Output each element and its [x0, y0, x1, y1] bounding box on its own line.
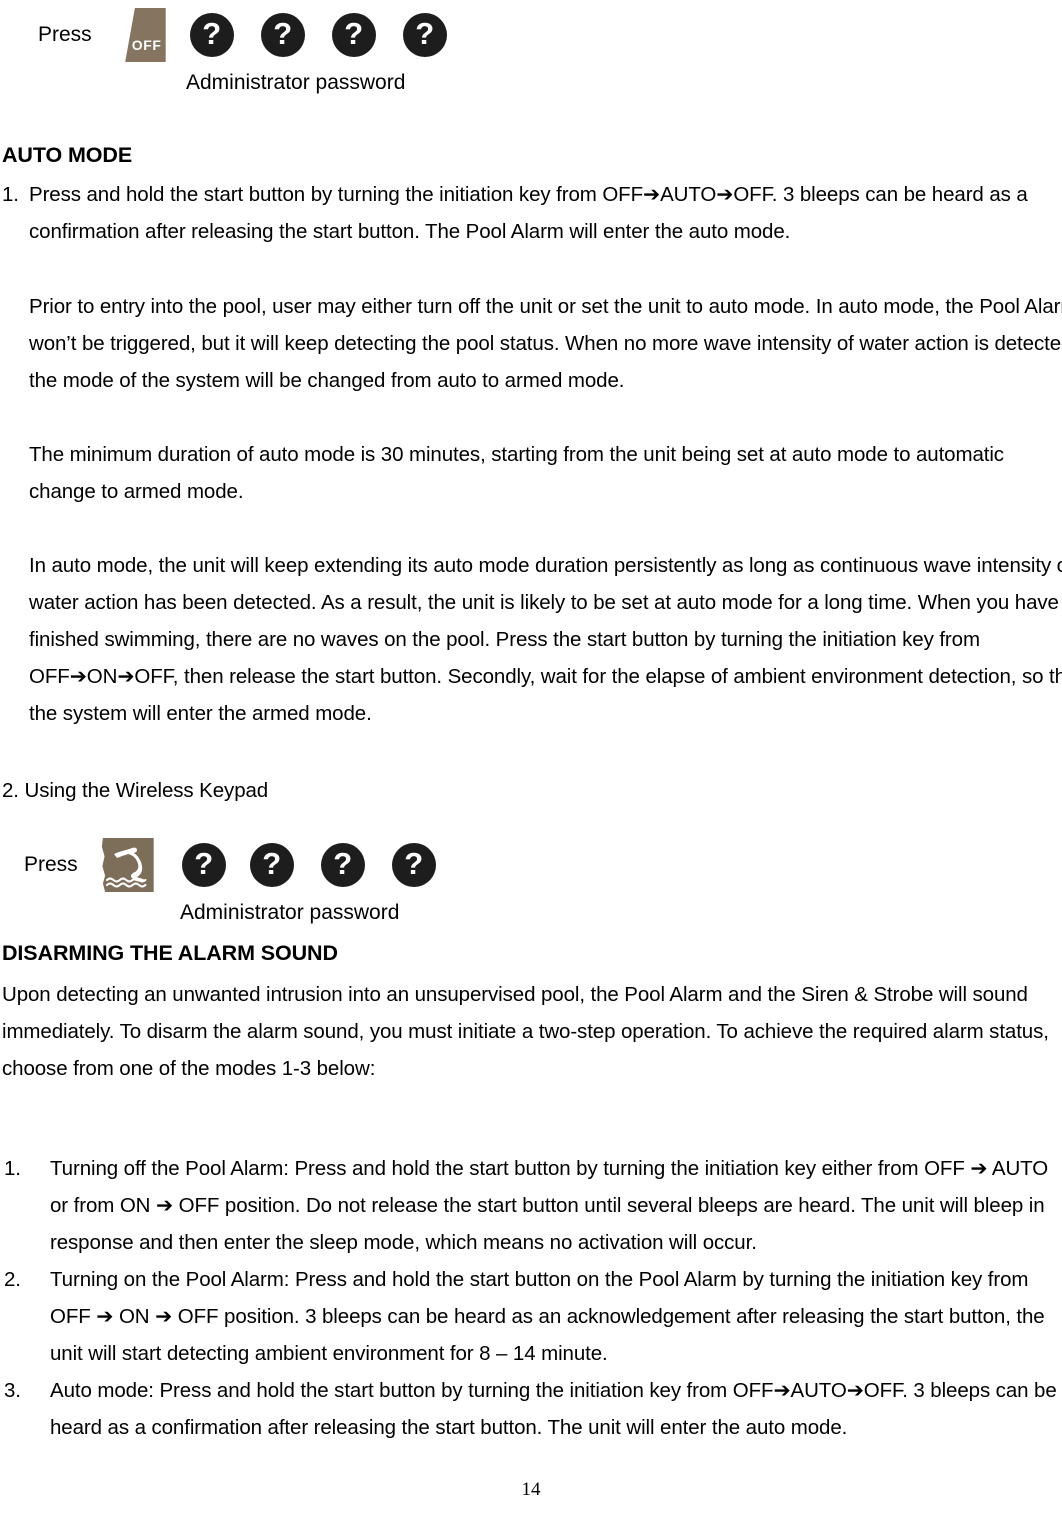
keypad-admin-password-caption: Administrator password — [180, 901, 400, 924]
password-digit-icon: ? — [249, 843, 294, 887]
top-press-row: Press OFF ? ? ? ? — [38, 8, 447, 62]
list-item-marker: 1. — [4, 1157, 21, 1180]
list-item: 3. Auto mode: Press and hold the start b… — [2, 1372, 1060, 1446]
press-label: Press — [38, 23, 92, 46]
password-digit-icon: ? — [320, 843, 365, 887]
disarming-mode-list: 1. Turning off the Pool Alarm: Press and… — [2, 1150, 1060, 1446]
top-icon-strip: OFF ? ? ? ? — [122, 8, 447, 62]
password-digit-icon: ? — [260, 13, 305, 57]
list-item: 2. Turning on the Pool Alarm: Press and … — [2, 1261, 1060, 1372]
password-digit-icon: ? — [402, 13, 447, 57]
keypad-press-row: Press ? ? ? ? — [24, 838, 436, 892]
document-page: Press OFF ? ? ? ? Administrator password… — [0, 0, 1062, 1517]
auto-mode-heading: AUTO MODE — [2, 143, 133, 167]
auto-mode-item-1-text: Press and hold the start button by turni… — [29, 183, 1028, 243]
password-digit-icon: ? — [189, 13, 234, 57]
list-item-text: Turning on the Pool Alarm: Press and hol… — [50, 1268, 1045, 1365]
top-admin-password-caption: Administrator password — [186, 71, 406, 94]
auto-mode-item-1: 1. Press and hold the start button by tu… — [2, 176, 1058, 250]
diver-pool-icon — [101, 838, 154, 892]
off-key-label: OFF — [131, 37, 162, 53]
password-digit-icon: ? — [391, 843, 436, 887]
page-number: 14 — [521, 1479, 541, 1500]
auto-mode-paragraph-3: In auto mode, the unit will keep extendi… — [29, 554, 1062, 725]
list-item: 1. Turning off the Pool Alarm: Press and… — [2, 1150, 1060, 1261]
auto-mode-paragraph-2: The minimum duration of auto mode is 30 … — [29, 443, 1004, 503]
password-digit-icon: ? — [331, 13, 376, 57]
off-key-icon: OFF — [125, 8, 166, 62]
disarming-intro: Upon detecting an unwanted intrusion int… — [2, 983, 1049, 1080]
keypad-icon-strip: ? ? ? ? — [100, 838, 436, 892]
list-item-text: Turning off the Pool Alarm: Press and ho… — [50, 1157, 1049, 1254]
list-item-marker: 2. — [4, 1268, 21, 1291]
press-label: Press — [24, 853, 78, 876]
wireless-keypad-item: 2. Using the Wireless Keypad — [2, 779, 269, 802]
auto-mode-paragraph-1: Prior to entry into the pool, user may e… — [29, 295, 1062, 392]
password-digit-icon: ? — [181, 843, 226, 887]
list-item-text: Auto mode: Press and hold the start butt… — [50, 1379, 1057, 1439]
list-item-marker: 3. — [4, 1379, 21, 1402]
disarming-heading: DISARMING THE ALARM SOUND — [2, 941, 338, 965]
auto-mode-item-1-marker: 1. — [2, 183, 19, 206]
